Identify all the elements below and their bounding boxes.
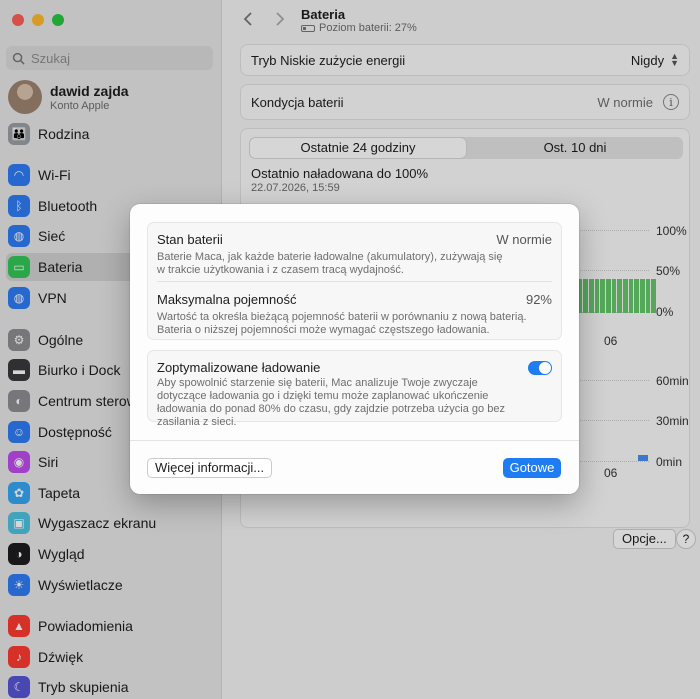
capacity-section: Maksymalna pojemność 92% Wartość ta okre… (157, 292, 552, 337)
capacity-description: Wartość ta określa bieżącą pojemność bat… (157, 311, 527, 336)
optimized-description: Aby spowolnić starzenie się baterii, Mac… (157, 377, 505, 428)
capacity-title: Maksymalna pojemność (157, 292, 297, 307)
capacity-value: 92% (525, 292, 552, 307)
more-info-button[interactable]: Więcej informacji... (147, 458, 273, 478)
health-value: W normie (496, 232, 552, 247)
optimized-title: Zoptymalizowane ładowanie (157, 360, 321, 375)
optimized-section: Zoptymalizowane ładowanie Aby spowolnić … (157, 360, 552, 429)
health-card: Stan baterii W normie Baterie Maca, jak … (147, 222, 562, 340)
battery-health-dialog: Stan baterii W normie Baterie Maca, jak … (130, 204, 579, 494)
done-button[interactable]: Gotowe (503, 458, 561, 478)
health-section: Stan baterii W normie Baterie Maca, jak … (157, 232, 552, 277)
optimized-charging-card: Zoptymalizowane ładowanie Aby spowolnić … (147, 350, 562, 428)
optimized-charging-toggle[interactable] (528, 360, 552, 375)
health-title: Stan baterii (157, 232, 223, 247)
health-description: Baterie Maca, jak każde baterie ładowaln… (157, 251, 503, 276)
